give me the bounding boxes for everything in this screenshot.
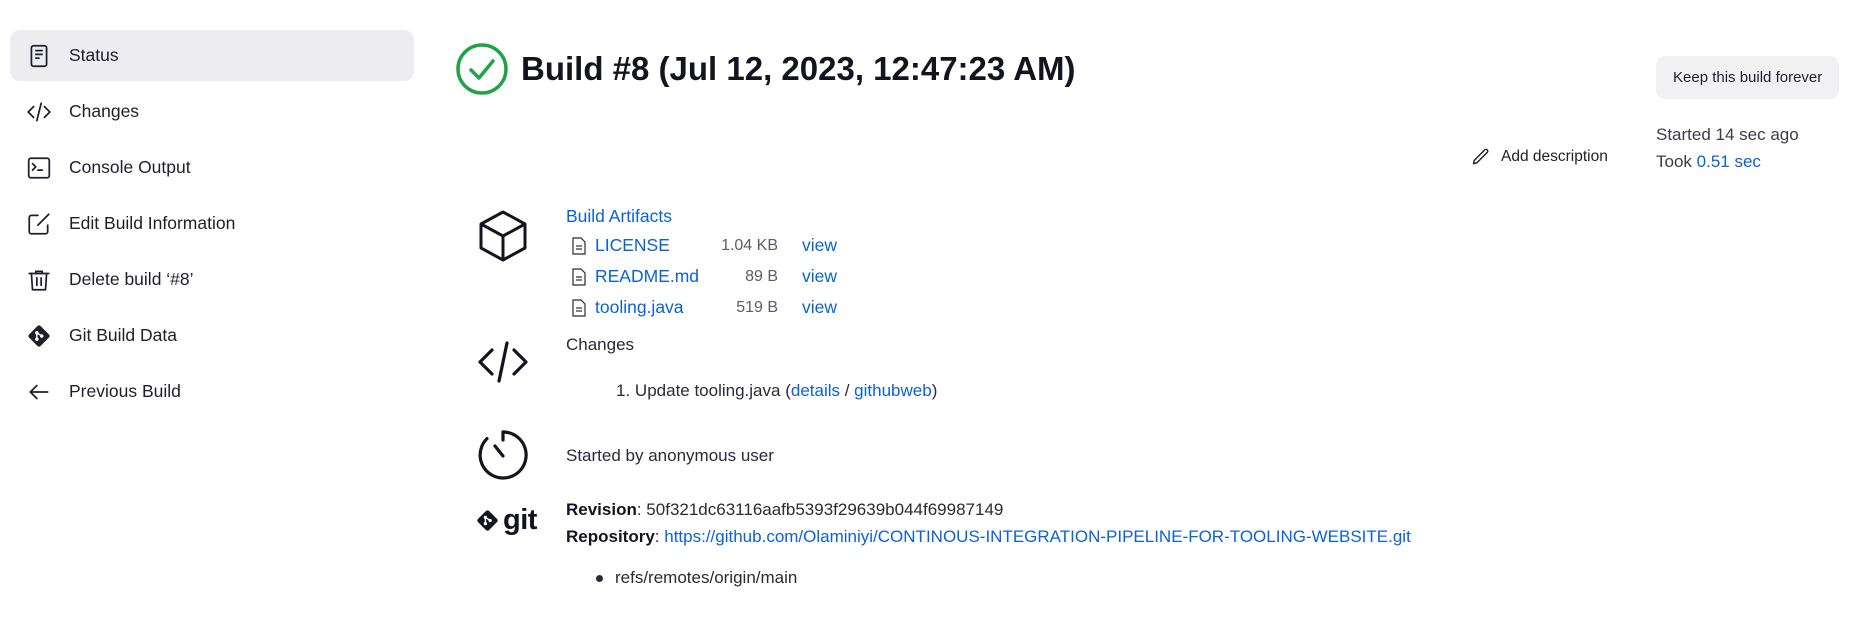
sidebar-item-delete-build[interactable]: Delete build ‘#8’ [10, 254, 414, 305]
repository-separator: : [654, 527, 665, 546]
sidebar-item-changes[interactable]: Changes [10, 86, 414, 137]
sidebar-item-label: Status [69, 45, 119, 65]
cause-section: Started by anonymous user [475, 426, 774, 482]
build-artifacts-link[interactable]: Build Artifacts [566, 206, 672, 226]
changes-section: Changes 1. Update tooling.java (details … [475, 333, 937, 401]
artifact-link[interactable]: tooling.java [595, 297, 710, 318]
keep-build-forever-button[interactable]: Keep this build forever [1656, 56, 1840, 99]
sidebar-item-git-build-data[interactable]: Git Build Data [10, 310, 414, 361]
repository-label: Repository [566, 527, 655, 546]
artifact-size: 1.04 KB [721, 236, 778, 254]
sidebar-item-label: Git Build Data [69, 325, 177, 345]
sidebar-item-previous-build[interactable]: Previous Build [10, 366, 414, 417]
sidebar-item-label: Changes [69, 101, 140, 121]
artifact-view-link[interactable]: view [802, 297, 837, 318]
sidebar-item-label: Previous Build [69, 381, 181, 401]
change-close: ) [931, 381, 938, 400]
branch-name: refs/remotes/origin/main [615, 568, 798, 587]
changes-heading: Changes [566, 335, 635, 354]
artifact-link[interactable]: LICENSE [595, 235, 710, 256]
edit-icon [26, 211, 52, 237]
package-icon [475, 208, 531, 264]
code-icon [26, 99, 52, 125]
git-logo-wrapper: git [475, 496, 541, 552]
sidebar-item-label: Delete build ‘#8’ [69, 269, 194, 289]
timer-icon [475, 426, 531, 482]
change-text: Update tooling.java ( [634, 381, 791, 400]
git-repository: Repository: https://github.com/Olaminiyi… [566, 523, 1411, 550]
artifact-row: LICENSE 1.04 KB view [566, 230, 837, 261]
sidebar-item-status[interactable]: Status [10, 30, 414, 81]
document-icon [26, 43, 52, 69]
artifact-row: README.md 89 B view [566, 261, 837, 292]
trash-icon [26, 267, 52, 293]
artifact-row: tooling.java 519 B view [566, 292, 837, 323]
took-label: Took [1656, 152, 1692, 171]
git-logo-text: git [503, 504, 537, 536]
sidebar-item-edit-build-information[interactable]: Edit Build Information [10, 198, 414, 249]
arrow-left-icon [26, 379, 52, 405]
change-details-link[interactable]: details [791, 381, 840, 400]
revision-value: : 50f321dc63116aafb5393f29639b044f699871… [636, 500, 1004, 519]
cause-text: Started by anonymous user [566, 446, 774, 465]
file-icon [572, 298, 586, 317]
success-check-icon [456, 43, 508, 95]
change-githubweb-link[interactable]: githubweb [854, 381, 932, 400]
change-list-item: 1. Update tooling.java (details / github… [566, 381, 937, 401]
build-meta: Started 14 sec ago Took 0.51 sec [1656, 121, 1799, 175]
page-header: Build #8 (Jul 12, 2023, 12:47:23 AM) [455, 42, 1076, 96]
add-description-button[interactable]: Add description [1471, 147, 1608, 167]
sidebar-item-console-output[interactable]: Console Output [10, 142, 414, 193]
artifact-size: 519 B [736, 298, 778, 316]
git-logo-icon [477, 510, 498, 531]
started-time: Started 14 sec ago [1656, 125, 1799, 144]
build-duration: Took 0.51 sec [1656, 148, 1799, 175]
took-value-link[interactable]: 0.51 sec [1697, 152, 1761, 171]
change-number: 1. [616, 381, 631, 400]
revision-label: Revision [566, 500, 637, 519]
artifact-view-link[interactable]: view [802, 266, 837, 287]
branch-list-item: refs/remotes/origin/main [566, 568, 1411, 588]
file-icon [572, 236, 586, 255]
file-icon [572, 267, 586, 286]
pencil-icon [1472, 148, 1489, 165]
artifacts-section: Build Artifacts LICENSE 1.04 KB view REA… [475, 206, 837, 323]
bullet-icon [596, 574, 603, 582]
git-icon [26, 323, 52, 349]
repository-url-link[interactable]: https://github.com/Olaminiyi/CONTINOUS-I… [664, 527, 1411, 546]
sidebar-item-label: Edit Build Information [69, 213, 236, 233]
page-title: Build #8 (Jul 12, 2023, 12:47:23 AM) [521, 50, 1076, 87]
artifact-link[interactable]: README.md [595, 266, 710, 287]
terminal-icon [26, 155, 52, 181]
add-description-label: Add description [1501, 148, 1608, 165]
sidebar-item-label: Console Output [69, 157, 191, 177]
git-logo: git [475, 504, 541, 537]
code-icon [475, 333, 531, 389]
git-section: git Revision: 50f321dc63116aafb5393f2963… [475, 496, 1411, 588]
change-separator: / [840, 381, 855, 400]
artifact-size: 89 B [745, 267, 778, 285]
sidebar: Status Changes Console Output Edit Build… [10, 30, 414, 422]
artifact-view-link[interactable]: view [802, 235, 837, 256]
git-revision: Revision: 50f321dc63116aafb5393f29639b04… [566, 496, 1411, 523]
